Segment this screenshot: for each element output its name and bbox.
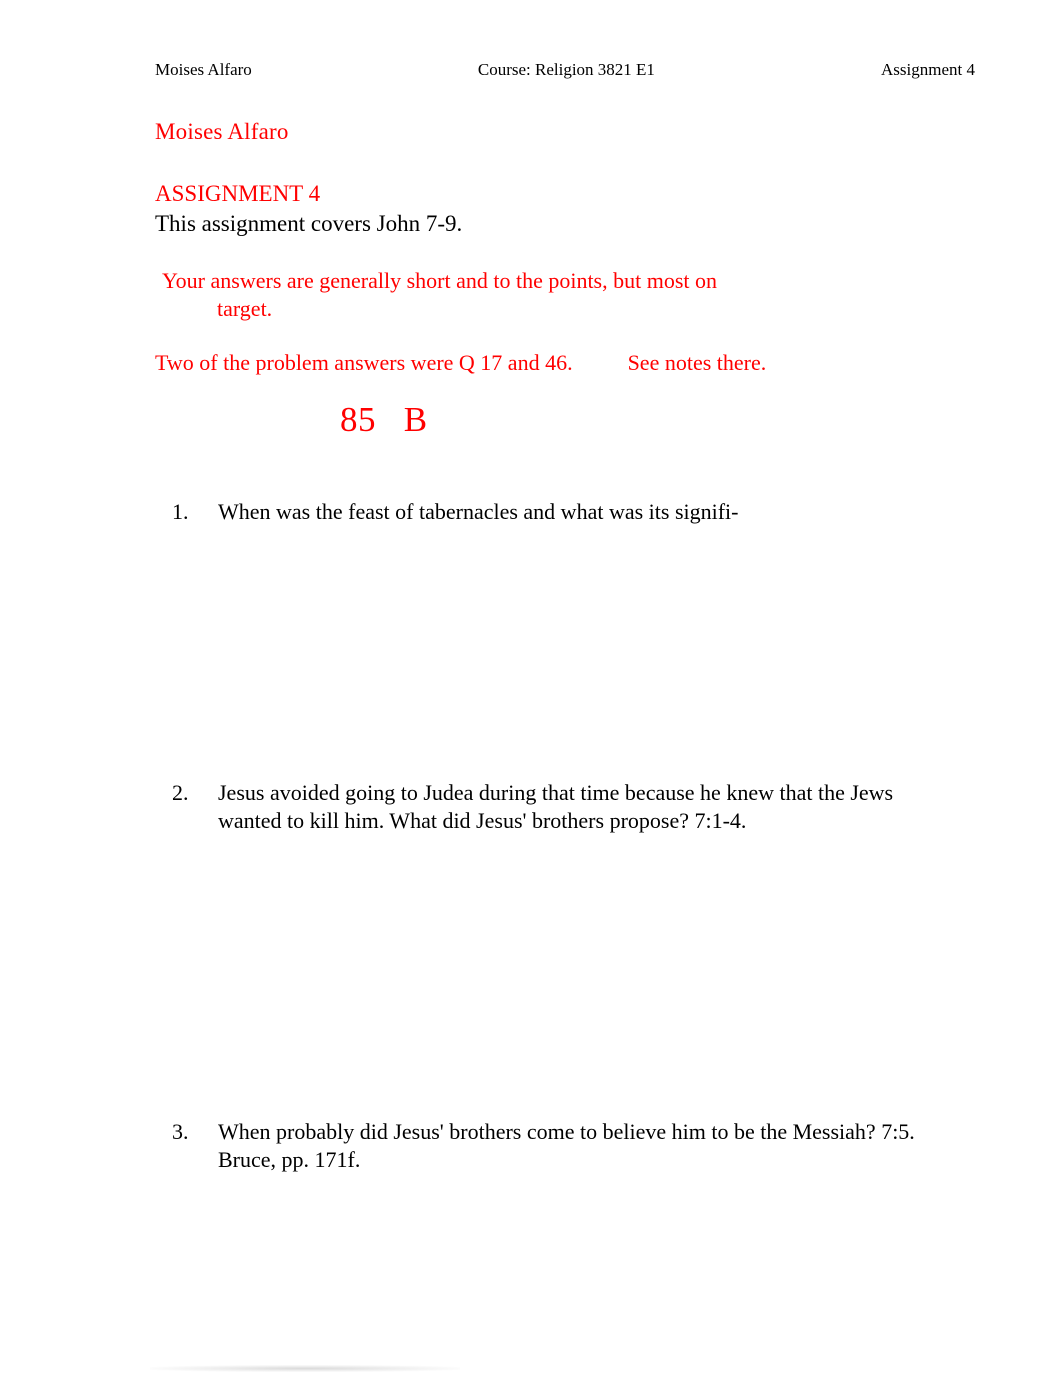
- instructor-feedback-general-line2: target.: [217, 295, 273, 321]
- instructor-feedback-problems: Two of the problem answers were Q 17 and…: [155, 349, 767, 375]
- question-text-1: When was the feast of tabernacles and wh…: [218, 499, 739, 524]
- question-number-1: 1.: [172, 499, 189, 524]
- instructor-feedback-general-line1: Your answers are generally short and to …: [162, 267, 718, 293]
- assignment-title: ASSIGNMENT 4: [155, 180, 321, 206]
- question-item-2: 2. Jesus avoided going to Judea during t…: [172, 779, 932, 835]
- assignment-subtitle: This assignment covers John 7-9.: [155, 210, 463, 236]
- running-header: Moises Alfaro Course: Religion 3821 E1 A…: [155, 60, 975, 80]
- question-item-3: 3. When probably did Jesus' brothers com…: [172, 1118, 932, 1174]
- header-assignment: Assignment 4: [881, 60, 975, 79]
- page-edge-shadow: [150, 1365, 460, 1372]
- header-course: Course: Religion 3821 E1: [477, 60, 655, 79]
- question-item-1: 1. When was the feast of tabernacles and…: [172, 498, 932, 526]
- grade-score: 85 B: [340, 400, 428, 440]
- question-text-3: When probably did Jesus' brothers come t…: [218, 1119, 915, 1172]
- question-number-2: 2.: [172, 780, 189, 805]
- header-student-name: Moises Alfaro: [155, 60, 252, 79]
- document-page: Moises Alfaro Course: Religion 3821 E1 A…: [0, 0, 1062, 1377]
- instructor-feedback-general: Your answers are generally short and to …: [155, 267, 985, 323]
- document-body: Moises Alfaro ASSIGNMENT 4 This assignme…: [155, 118, 985, 441]
- question-number-3: 3.: [172, 1119, 189, 1144]
- student-name-heading: Moises Alfaro: [155, 119, 289, 144]
- question-text-2: Jesus avoided going to Judea during that…: [218, 780, 894, 833]
